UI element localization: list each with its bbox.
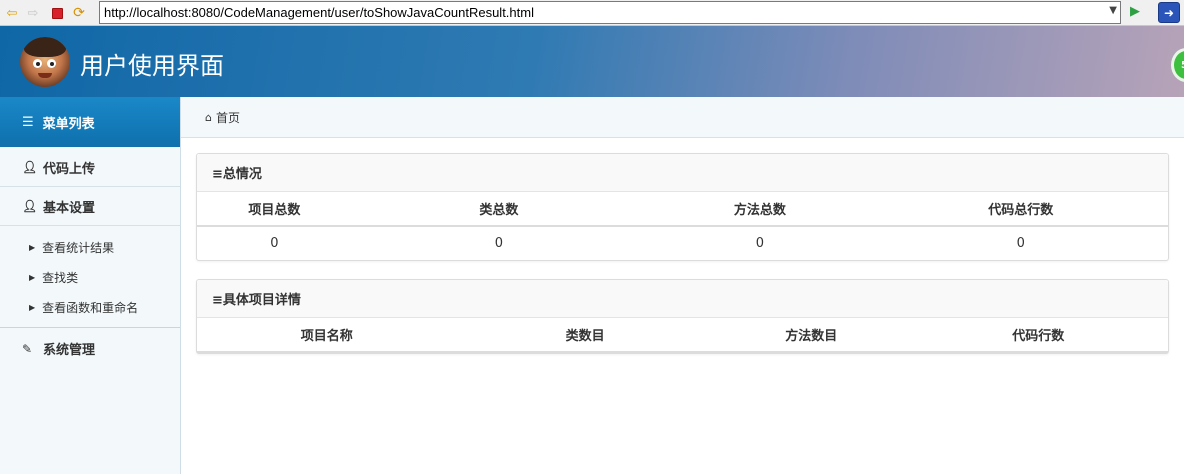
refresh-icon[interactable]: ⟳ (70, 4, 88, 22)
column-header: 类总数 (351, 192, 647, 227)
table-header-row: 项目总数 类总数 方法总数 代码总行数 (197, 192, 1168, 227)
address-url[interactable]: http://localhost:8080/CodeManagement/use… (104, 5, 534, 20)
chevron-down-icon[interactable]: ▼ (1109, 5, 1117, 16)
sidebar-item-label: 代码上传 (43, 161, 96, 177)
caret-right-icon: ▶ (29, 302, 36, 312)
column-header: 项目名称 (197, 318, 457, 353)
notification-badge[interactable]: 5 (1171, 48, 1184, 82)
sidebar-subitem-label: 查看函数和重命名 (42, 300, 139, 315)
sidebar-item-system-management[interactable]: ✎ 系统管理 (0, 329, 180, 368)
caret-right-icon: ▶ (29, 242, 36, 252)
list-icon: ☰ (22, 114, 34, 130)
column-header: 项目总数 (197, 192, 352, 227)
sidebar-item-label: 系统管理 (43, 343, 96, 358)
table-cell: 0 (755, 235, 764, 251)
column-header: 代码行数 (908, 318, 1168, 353)
summary-title: ≡总情况 (212, 167, 262, 182)
sidebar-item-code-upload[interactable]: 👤︎ 代码上传 (0, 148, 180, 187)
table-row: 0 0 0 0 (197, 226, 1168, 259)
extension-icon[interactable]: ➜ (1158, 2, 1180, 23)
app-header: 用户使用界面 5 (0, 26, 1184, 97)
home-icon: ⌂ (205, 110, 212, 124)
details-panel: ≡具体项目详情 项目名称 类数目 方法数目 代码行数 (196, 279, 1169, 354)
summary-table: 项目总数 类总数 方法总数 代码总行数 0 0 0 0 (197, 192, 1168, 259)
sidebar: ☰ 菜单列表 👤︎ 代码上传 👤︎ 基本设置 ▶ 查看统计结果 ▶ 查找类 ▶ … (0, 97, 181, 474)
column-header: 类数目 (456, 318, 714, 353)
details-title: ≡具体项目详情 (212, 293, 301, 308)
details-table: 项目名称 类数目 方法数目 代码行数 (197, 318, 1168, 353)
sidebar-menu-title: 菜单列表 (42, 116, 95, 132)
edit-icon: ✎ (22, 341, 33, 356)
address-bar[interactable]: http://localhost:8080/CodeManagement/use… (99, 1, 1121, 24)
table-cell: 0 (1016, 235, 1025, 251)
sidebar-subitem-find-class[interactable]: ▶ 查找类 (0, 262, 180, 292)
caret-right-icon: ▶ (29, 272, 36, 282)
sidebar-item-basic-settings[interactable]: 👤︎ 基本设置 (0, 187, 180, 226)
sidebar-menu-header: ☰ 菜单列表 (0, 97, 180, 147)
sidebar-subitem-label: 查看统计结果 (42, 240, 115, 255)
table-cell: 0 (270, 235, 279, 251)
app-title: 用户使用界面 (80, 52, 224, 80)
column-header: 代码总行数 (873, 192, 1168, 227)
forward-arrow-icon[interactable]: ⇨ (24, 4, 42, 22)
user-icon: 👤︎ (22, 160, 38, 174)
column-header: 方法总数 (646, 192, 874, 227)
avatar (20, 37, 70, 87)
table-header-row: 项目名称 类数目 方法数目 代码行数 (197, 318, 1168, 353)
sidebar-subitem-label: 查找类 (42, 270, 79, 285)
breadcrumb-home[interactable]: 首页 (216, 109, 240, 126)
user-icon: 👤︎ (22, 199, 38, 213)
details-panel-title: ≡具体项目详情 (197, 280, 1168, 318)
summary-panel-title: ≡总情况 (197, 154, 1168, 192)
go-arrow-icon[interactable]: ▶ (1130, 4, 1140, 19)
sidebar-item-label: 基本设置 (43, 200, 96, 216)
back-arrow-icon[interactable]: ⇦ (3, 4, 21, 22)
breadcrumb: ⌂ 首页 (181, 97, 1184, 138)
stop-icon[interactable] (48, 4, 66, 22)
table-cell: 0 (494, 235, 504, 251)
browser-toolbar: ⇦ ⇨ ⟳ http://localhost:8080/CodeManageme… (0, 0, 1184, 26)
sidebar-subitem-functions-rename[interactable]: ▶ 查看函数和重命名 (0, 292, 180, 322)
sidebar-divider (0, 327, 180, 328)
sidebar-subitem-view-stats[interactable]: ▶ 查看统计结果 (0, 232, 180, 262)
summary-panel: ≡总情况 项目总数 类总数 方法总数 代码总行数 0 0 0 0 (196, 153, 1169, 261)
column-header: 方法数目 (713, 318, 909, 353)
